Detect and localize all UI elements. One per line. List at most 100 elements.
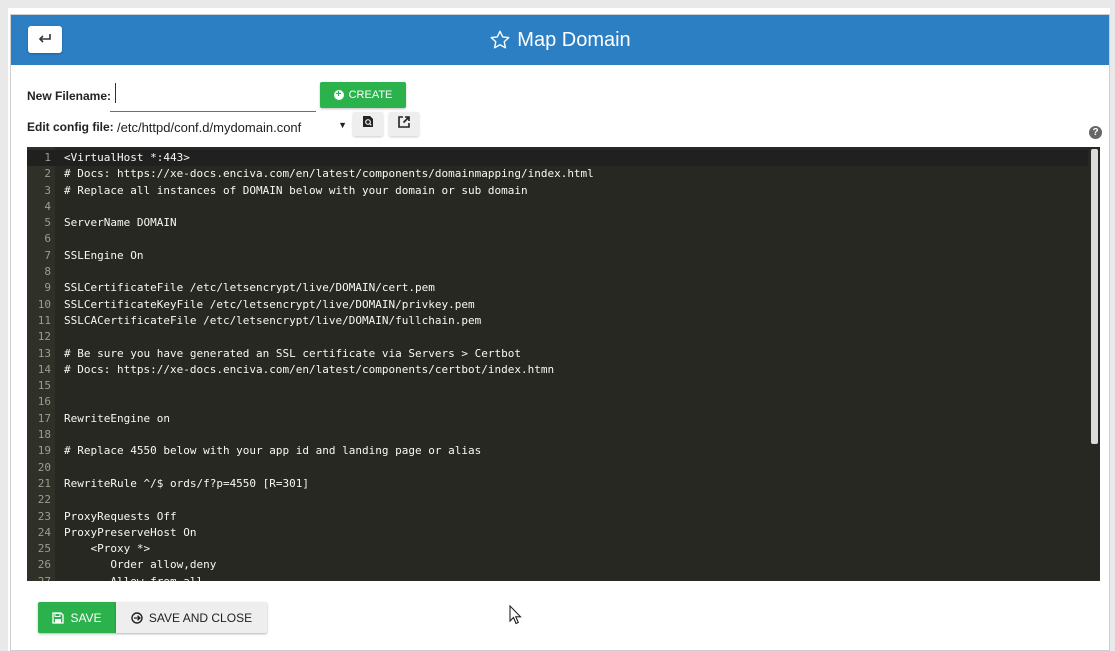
code-editor[interactable]: 1 <VirtualHost *:443> 2 # Docs: https://xe-… bbox=[27, 147, 1100, 581]
code-line[interactable]: 17 RewriteEngine on bbox=[27, 411, 1088, 427]
dialog-title-text: Map Domain bbox=[517, 28, 631, 51]
code-line[interactable]: 23 ProxyRequests Off bbox=[27, 509, 1088, 525]
code-line[interactable]: 16 bbox=[27, 394, 1088, 410]
code-text: <Proxy *> bbox=[64, 542, 151, 556]
edit-config-label: Edit config file: bbox=[27, 120, 114, 134]
code-line[interactable]: 24 ProxyPreserveHost On bbox=[27, 525, 1088, 541]
star-outline-icon bbox=[489, 29, 511, 51]
config-file-select[interactable]: /etc/httpd/conf.d/mydomain.conf ▼ bbox=[115, 116, 347, 138]
code-line[interactable]: 18 bbox=[27, 427, 1088, 443]
line-number: 15 bbox=[37, 379, 51, 393]
create-button[interactable]: + CREATE bbox=[320, 82, 406, 108]
code-line[interactable]: 4 bbox=[27, 199, 1088, 215]
new-filename-input[interactable] bbox=[110, 81, 316, 112]
line-number: 9 bbox=[44, 281, 51, 295]
circle-arrow-icon bbox=[131, 611, 143, 624]
code-text: ServerName DOMAIN bbox=[64, 216, 177, 230]
code-text: <VirtualHost *:443> bbox=[64, 151, 190, 164]
open-external-icon bbox=[398, 115, 410, 133]
code-text: Order allow,deny bbox=[64, 558, 217, 572]
code-line[interactable]: 8 bbox=[27, 264, 1088, 280]
code-text: RewriteRule ^/$ ords/f?p=4550 [R=301] bbox=[64, 476, 310, 490]
save-button[interactable]: SAVE bbox=[38, 602, 116, 633]
code-line[interactable]: 10 SSLCertificateKeyFile /etc/letsencrypt… bbox=[27, 297, 1088, 313]
window-frame-right bbox=[1110, 0, 1115, 651]
code-text: # Be sure you have generated an SSL cert… bbox=[64, 346, 521, 360]
code-line[interactable]: 25 <Proxy *> bbox=[27, 541, 1088, 557]
mouse-pointer-icon bbox=[509, 604, 523, 630]
code-line[interactable]: 13 # Be sure you have generated an SSL ce… bbox=[27, 346, 1088, 362]
line-number: 23 bbox=[37, 509, 51, 523]
dialog-title: Map Domain bbox=[11, 15, 1109, 65]
code-line[interactable]: 20 bbox=[27, 460, 1088, 476]
line-number: 14 bbox=[37, 362, 51, 376]
code-line[interactable]: 26 Order allow,deny bbox=[27, 557, 1088, 573]
window-frame-top bbox=[0, 0, 1115, 8]
code-text: SSLCertificateFile /etc/letsencrypt/live… bbox=[64, 281, 435, 295]
file-search-icon bbox=[362, 115, 374, 133]
floppy-disk-icon bbox=[52, 611, 65, 624]
config-file-selected-value: /etc/httpd/conf.d/mydomain.conf bbox=[117, 119, 302, 135]
line-number: 25 bbox=[37, 542, 51, 556]
code-line[interactable]: 7 SSLEngine On bbox=[27, 248, 1088, 264]
text-caret bbox=[115, 83, 116, 103]
code-line[interactable]: 14 # Docs: https://xe-docs.enciva.com/en/… bbox=[27, 362, 1088, 378]
line-number: 27 bbox=[27, 574, 51, 581]
dropdown-arrow-icon: ▼ bbox=[338, 120, 347, 130]
code-line[interactable]: 19 # Replace 4550 below with your app id … bbox=[27, 443, 1088, 459]
editor-scrollbar-thumb[interactable] bbox=[1091, 149, 1098, 444]
open-external-button[interactable] bbox=[389, 112, 419, 136]
view-file-button[interactable] bbox=[353, 112, 383, 136]
line-number: 11 bbox=[37, 313, 51, 327]
code-line[interactable]: 9 SSLCertificateFile /etc/letsencrypt/liv… bbox=[27, 280, 1088, 296]
code-line[interactable]: 22 bbox=[27, 492, 1088, 508]
code-text: # Docs: https://xe-docs.enciva.com/en/la… bbox=[64, 362, 555, 376]
code-text: SSLEngine On bbox=[64, 248, 144, 262]
dialog-titlebar: Map Domain bbox=[11, 15, 1109, 65]
code-text: # Replace all instances of DOMAIN below … bbox=[64, 183, 528, 197]
code-lines: 1 <VirtualHost *:443> 2 # Docs: https://xe-… bbox=[27, 150, 1088, 581]
code-line[interactable]: 2 # Docs: https://xe-docs.enciva.com/en/l… bbox=[27, 166, 1088, 182]
line-number: 16 bbox=[37, 395, 51, 409]
code-text: # Replace 4550 below with your app id an… bbox=[64, 444, 482, 458]
code-line[interactable]: 12 bbox=[27, 329, 1088, 345]
line-number: 24 bbox=[37, 525, 51, 539]
line-number: 10 bbox=[37, 297, 51, 311]
code-line[interactable]: 5 ServerName DOMAIN bbox=[27, 215, 1088, 231]
code-line[interactable]: 6 bbox=[27, 231, 1088, 247]
line-number: 19 bbox=[37, 444, 51, 458]
code-line[interactable]: 11 SSLCACertificateFile /etc/letsencrypt/… bbox=[27, 313, 1088, 329]
line-number: 12 bbox=[37, 330, 51, 344]
save-and-close-button[interactable]: SAVE AND CLOSE bbox=[116, 602, 267, 633]
code-line[interactable]: 27 Allow from all bbox=[27, 574, 1088, 581]
editor-scrollbar[interactable] bbox=[1088, 147, 1100, 581]
line-number: 3 bbox=[44, 183, 51, 197]
plus-circle-icon: + bbox=[333, 90, 344, 100]
help-icon[interactable]: ? bbox=[1089, 126, 1102, 139]
window-frame-left bbox=[0, 0, 8, 651]
line-number: 18 bbox=[37, 428, 51, 442]
line-number: 5 bbox=[44, 216, 51, 230]
line-number: 1 bbox=[44, 151, 51, 164]
code-text: # Docs: https://xe-docs.enciva.com/en/la… bbox=[64, 167, 594, 181]
save-and-close-button-label: SAVE AND CLOSE bbox=[148, 610, 253, 625]
line-number: 4 bbox=[44, 199, 51, 213]
code-line[interactable]: 3 # Replace all instances of DOMAIN below… bbox=[27, 183, 1088, 199]
create-button-label: CREATE bbox=[348, 89, 393, 101]
code-line[interactable]: 21 RewriteRule ^/$ ords/f?p=4550 [R=301] bbox=[27, 476, 1088, 492]
line-number: 20 bbox=[37, 460, 51, 474]
line-number: 21 bbox=[37, 476, 51, 490]
code-line[interactable]: 1 <VirtualHost *:443> bbox=[27, 150, 1088, 167]
code-text: RewriteEngine on bbox=[64, 411, 170, 425]
code-text: ProxyRequests Off bbox=[64, 509, 177, 523]
new-filename-label: New Filename: bbox=[27, 89, 112, 103]
map-domain-dialog: Map Domain New Filename: + CREATE Edit c… bbox=[10, 14, 1110, 651]
code-text: SSLCertificateKeyFile /etc/letsencrypt/l… bbox=[64, 297, 475, 311]
line-number: 2 bbox=[44, 167, 51, 181]
code-text: ProxyPreserveHost On bbox=[64, 525, 197, 539]
line-number: 7 bbox=[44, 248, 51, 262]
code-line[interactable]: 15 bbox=[27, 378, 1088, 394]
line-number: 13 bbox=[37, 346, 51, 360]
line-number: 17 bbox=[37, 411, 51, 425]
line-number: 22 bbox=[37, 493, 51, 507]
